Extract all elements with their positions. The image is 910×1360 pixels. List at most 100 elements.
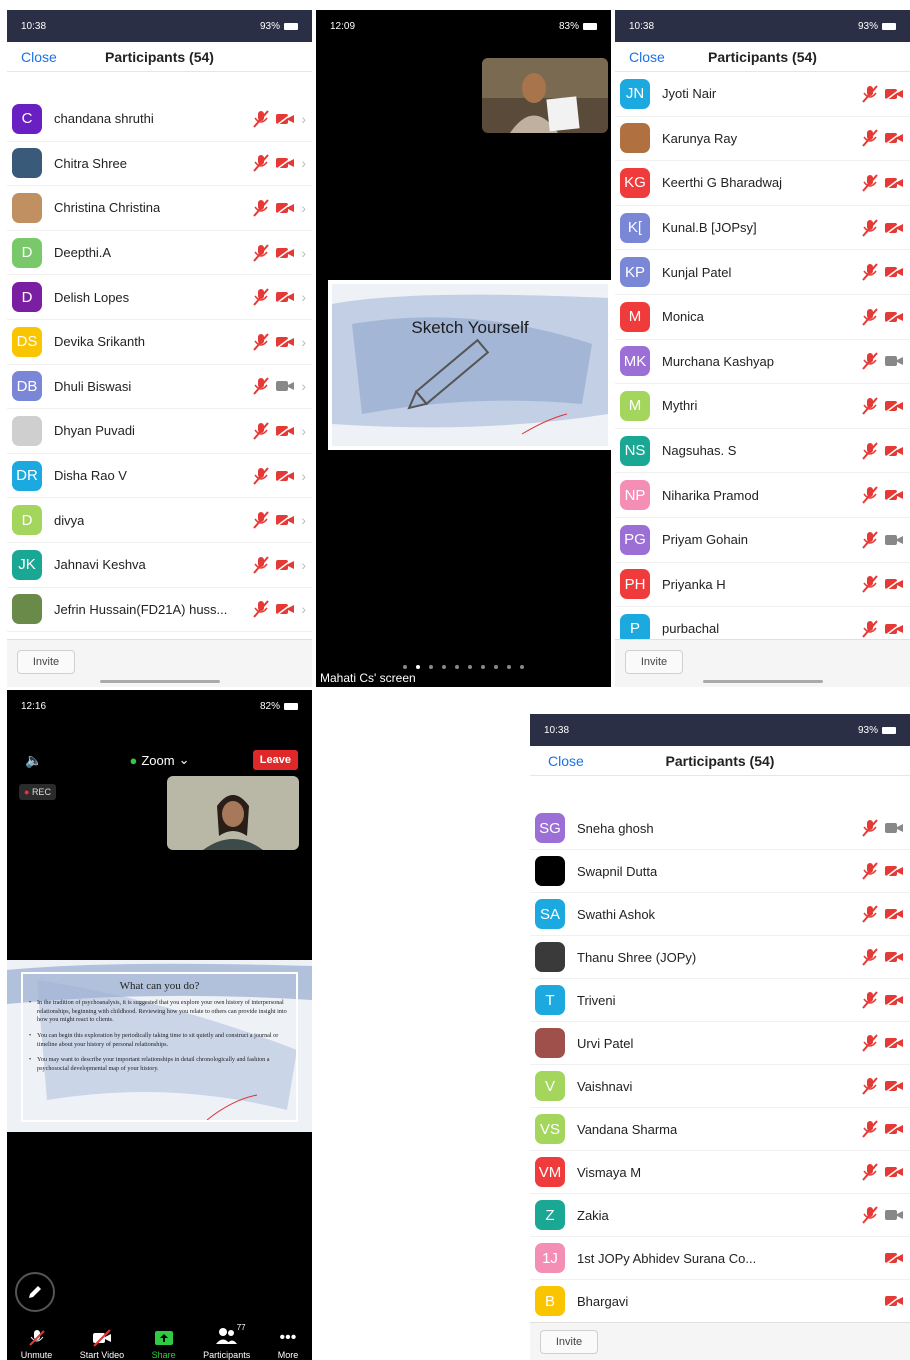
participant-row[interactable]: JN Jyoti Nair	[615, 72, 910, 117]
rec-dot-icon: ●	[24, 787, 32, 797]
close-button[interactable]: Close	[21, 49, 57, 65]
participant-row[interactable]: Jefrin Hussain(FD21A) huss... ›	[7, 588, 312, 633]
page-dot	[481, 665, 485, 669]
participant-status-icons	[862, 1108, 904, 1150]
participant-row[interactable]: M Monica	[615, 295, 910, 340]
participant-row[interactable]: SG Sneha ghosh	[530, 807, 910, 850]
battery-icon	[882, 22, 896, 30]
participant-row[interactable]: Chitra Shree ›	[7, 142, 312, 187]
close-button[interactable]: Close	[629, 49, 665, 65]
participant-status-icons: ›	[253, 186, 306, 230]
participants-footer: Invite	[530, 1322, 910, 1360]
participant-row[interactable]: SA Swathi Ashok	[530, 893, 910, 936]
participant-row[interactable]: KG Keerthi G Bharadwaj	[615, 161, 910, 206]
participant-row[interactable]: NP Niharika Pramod	[615, 473, 910, 518]
leave-button[interactable]: Leave	[252, 750, 298, 770]
participant-name: Jefrin Hussain(FD21A) huss...	[54, 601, 228, 617]
participant-row[interactable]: Dhyan Puvadi ›	[7, 409, 312, 454]
participant-row[interactable]: Thanu Shree (JOPy)	[530, 936, 910, 979]
battery-icon	[583, 22, 597, 30]
participant-row[interactable]: T Triveni	[530, 979, 910, 1022]
participant-row[interactable]: JK Jahnavi Keshva ›	[7, 543, 312, 588]
invite-button[interactable]: Invite	[540, 1330, 598, 1354]
participant-name: Keerthi G Bharadwaj	[662, 175, 782, 191]
participant-row[interactable]: DS Devika Srikanth ›	[7, 320, 312, 365]
participant-row[interactable]: Cchandana shruthi ›	[7, 97, 312, 142]
participant-row[interactable]: Swapnil Dutta	[530, 850, 910, 893]
avatar: T	[535, 985, 565, 1015]
avatar-initials: JN	[625, 85, 645, 103]
chevron-right-icon: ›	[301, 110, 306, 127]
avatar: 1J	[535, 1243, 565, 1273]
speaker-icon[interactable]: 🔈	[25, 752, 42, 769]
participant-row[interactable]: DB Dhuli Biswasi ›	[7, 365, 312, 410]
avatar-photo	[12, 148, 42, 179]
avatar: VS	[535, 1114, 565, 1144]
participant-row[interactable]: MK Murchana Kashyap	[615, 340, 910, 385]
slide-bullet: In the tradition of psychoanalysis, it i…	[29, 999, 288, 1025]
participant-name: Bhargavi	[577, 1293, 629, 1309]
status-time: 12:16	[21, 700, 47, 712]
participant-row[interactable]: D Delish Lopes ›	[7, 275, 312, 320]
participant-row[interactable]: Christina Christina ›	[7, 186, 312, 231]
participant-status-icons	[862, 1151, 904, 1193]
participant-row[interactable]: B Bhargavi	[530, 1280, 910, 1323]
unmute-button[interactable]: Unmute	[21, 1329, 52, 1360]
share-button[interactable]: Share	[152, 1329, 176, 1360]
avatar: VM	[535, 1157, 565, 1187]
more-button[interactable]: ••• More	[278, 1329, 299, 1360]
participant-row[interactable]: Karunya Ray	[615, 117, 910, 162]
annotate-button[interactable]	[15, 1272, 55, 1312]
avatar: PG	[620, 524, 650, 555]
avatar-initials: NS	[624, 442, 646, 460]
participant-row[interactable]: DR Disha Rao V ›	[7, 454, 312, 499]
participants-header: Close Participants (54)	[530, 746, 910, 776]
participant-row[interactable]: PH Priyanka H	[615, 563, 910, 608]
participant-row[interactable]: K[Kunal.B [JOPsy]	[615, 206, 910, 251]
participant-row[interactable]: KP Kunjal Patel	[615, 250, 910, 295]
participant-name: Zakia	[577, 1207, 609, 1223]
invite-button[interactable]: Invite	[17, 650, 75, 674]
avatar-initials: VM	[538, 1163, 562, 1181]
participant-row[interactable]: D Deepthi.A ›	[7, 231, 312, 276]
self-video-thumbnail[interactable]	[167, 776, 299, 850]
participant-row[interactable]: Urvi Patel	[530, 1022, 910, 1065]
avatar: JK	[12, 549, 42, 580]
participant-row[interactable]: V Vaishnavi	[530, 1065, 910, 1108]
participant-row[interactable]: Z Zakia	[530, 1194, 910, 1237]
participant-row[interactable]: Ddivya ›	[7, 498, 312, 543]
video-off-icon	[884, 87, 904, 101]
participant-name: Kunjal Patel	[662, 264, 732, 280]
video-off-icon	[884, 1251, 904, 1265]
page-dot	[442, 665, 446, 669]
start-video-button[interactable]: Start Video	[80, 1329, 124, 1360]
participant-row[interactable]: 1J 1st JOPy Abhidev Surana Co...	[530, 1237, 910, 1280]
participant-row[interactable]: M Mythri	[615, 384, 910, 429]
participant-row[interactable]: PG Priyam Gohain	[615, 518, 910, 563]
shared-slide: What can you do? In the tradition of psy…	[7, 960, 312, 1132]
battery-level: 93%	[857, 724, 878, 736]
participant-name: Triveni	[577, 992, 616, 1008]
video-off-icon	[275, 558, 295, 572]
microphone-muted-icon	[253, 556, 270, 574]
participant-status-icons	[862, 1065, 904, 1107]
participant-row[interactable]: VS Vandana Sharma	[530, 1108, 910, 1151]
avatar: D	[12, 237, 42, 268]
participant-name: Monica	[662, 309, 704, 325]
invite-button[interactable]: Invite	[625, 650, 683, 674]
meeting-info[interactable]: ● Zoom ⌄	[130, 752, 190, 768]
avatar-initials: D	[21, 244, 33, 262]
participants-button[interactable]: 77 Participants	[203, 1323, 250, 1360]
participants-count: 77	[236, 1323, 246, 1332]
participant-row[interactable]: VM Vismaya M	[530, 1151, 910, 1194]
participant-name: Vaishnavi	[577, 1078, 633, 1094]
self-video-thumbnail[interactable]	[482, 58, 608, 133]
participant-row[interactable]: NS Nagsuhas. S	[615, 429, 910, 474]
home-indicator	[99, 680, 220, 683]
close-button[interactable]: Close	[548, 753, 584, 769]
participant-name: Kunal.B [JOPsy]	[662, 220, 757, 236]
video-off-icon	[275, 513, 295, 527]
video-camera-icon	[884, 1208, 904, 1222]
page-dot	[507, 665, 511, 669]
more-icon: •••	[279, 1329, 297, 1346]
